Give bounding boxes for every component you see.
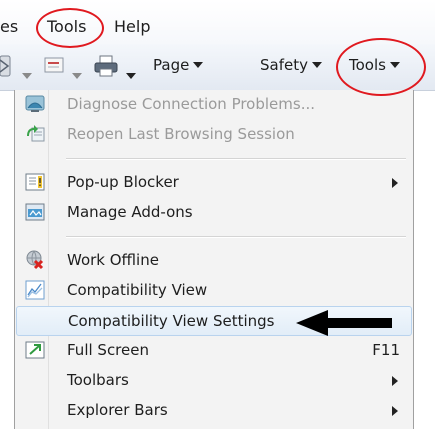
menu-item-manage-addons[interactable]: Manage Add-ons	[16, 198, 412, 228]
read-mail-icon[interactable]	[44, 56, 66, 74]
menu-item-explorer-bars[interactable]: Explorer Bars	[16, 396, 412, 426]
home-dropdown-arrow[interactable]	[22, 64, 32, 83]
home-icon[interactable]	[0, 54, 12, 78]
page-menu-label: Page	[153, 56, 190, 74]
menu-item-label: Pop-up Blocker	[67, 173, 179, 191]
submenu-arrow-icon	[392, 406, 398, 416]
menu-item-label: Explorer Bars	[67, 401, 168, 419]
manage-addons-icon	[25, 203, 45, 221]
popup-blocker-icon	[25, 173, 45, 191]
menu-separator	[66, 158, 406, 160]
submenu-arrow-icon	[392, 376, 398, 386]
menu-item-toolbars[interactable]: Toolbars	[16, 366, 412, 396]
menu-item-label: Diagnose Connection Problems...	[67, 95, 316, 113]
print-dropdown-arrow[interactable]	[126, 64, 136, 83]
print-icon[interactable]	[93, 54, 119, 78]
menu-item-label: Work Offline	[67, 251, 159, 269]
menu-item-shortcut: F11	[372, 341, 400, 359]
menu-item-label: Toolbars	[67, 371, 129, 389]
menu-item-diagnose-connection[interactable]: Diagnose Connection Problems...	[16, 90, 412, 120]
menu-item-full-screen[interactable]: Full Screen F11	[16, 336, 412, 366]
menu-item-label: Compatibility View Settings	[68, 312, 275, 330]
reopen-session-icon	[27, 125, 45, 142]
menu-item-help[interactable]: Help	[114, 17, 150, 36]
menu-item-label: Compatibility View	[67, 281, 208, 299]
safety-dropdown-arrow	[311, 62, 322, 68]
menu-item-work-offline[interactable]: Work Offline	[16, 246, 412, 276]
submenu-arrow-icon	[392, 178, 398, 188]
safety-menu-button[interactable]: Safety	[260, 56, 322, 74]
menu-item-reopen-session[interactable]: Reopen Last Browsing Session	[16, 120, 412, 150]
safety-menu-label: Safety	[260, 56, 308, 74]
annotation-circle-menubar-tools	[36, 8, 104, 48]
menu-item-label: Full Screen	[67, 341, 149, 359]
page-menu-button[interactable]: Page	[153, 56, 204, 74]
menu-item-label: Reopen Last Browsing Session	[67, 125, 295, 143]
page-dropdown-arrow	[193, 62, 204, 68]
annotation-circle-commandbar-tools	[336, 38, 426, 96]
diagnose-connection-icon	[25, 95, 45, 112]
mail-dropdown-arrow[interactable]	[72, 64, 82, 83]
compatibility-view-icon	[25, 280, 45, 300]
menu-item-popup-blocker[interactable]: Pop-up Blocker	[16, 168, 412, 198]
menu-item-compatibility-view[interactable]: Compatibility View	[16, 276, 412, 306]
menu-separator	[66, 236, 406, 238]
menu-item-partial[interactable]: es	[0, 17, 18, 36]
menu-item-label: Manage Add-ons	[67, 203, 193, 221]
annotation-arrow-icon	[296, 310, 392, 336]
work-offline-icon	[26, 250, 44, 270]
full-screen-icon	[25, 341, 45, 359]
